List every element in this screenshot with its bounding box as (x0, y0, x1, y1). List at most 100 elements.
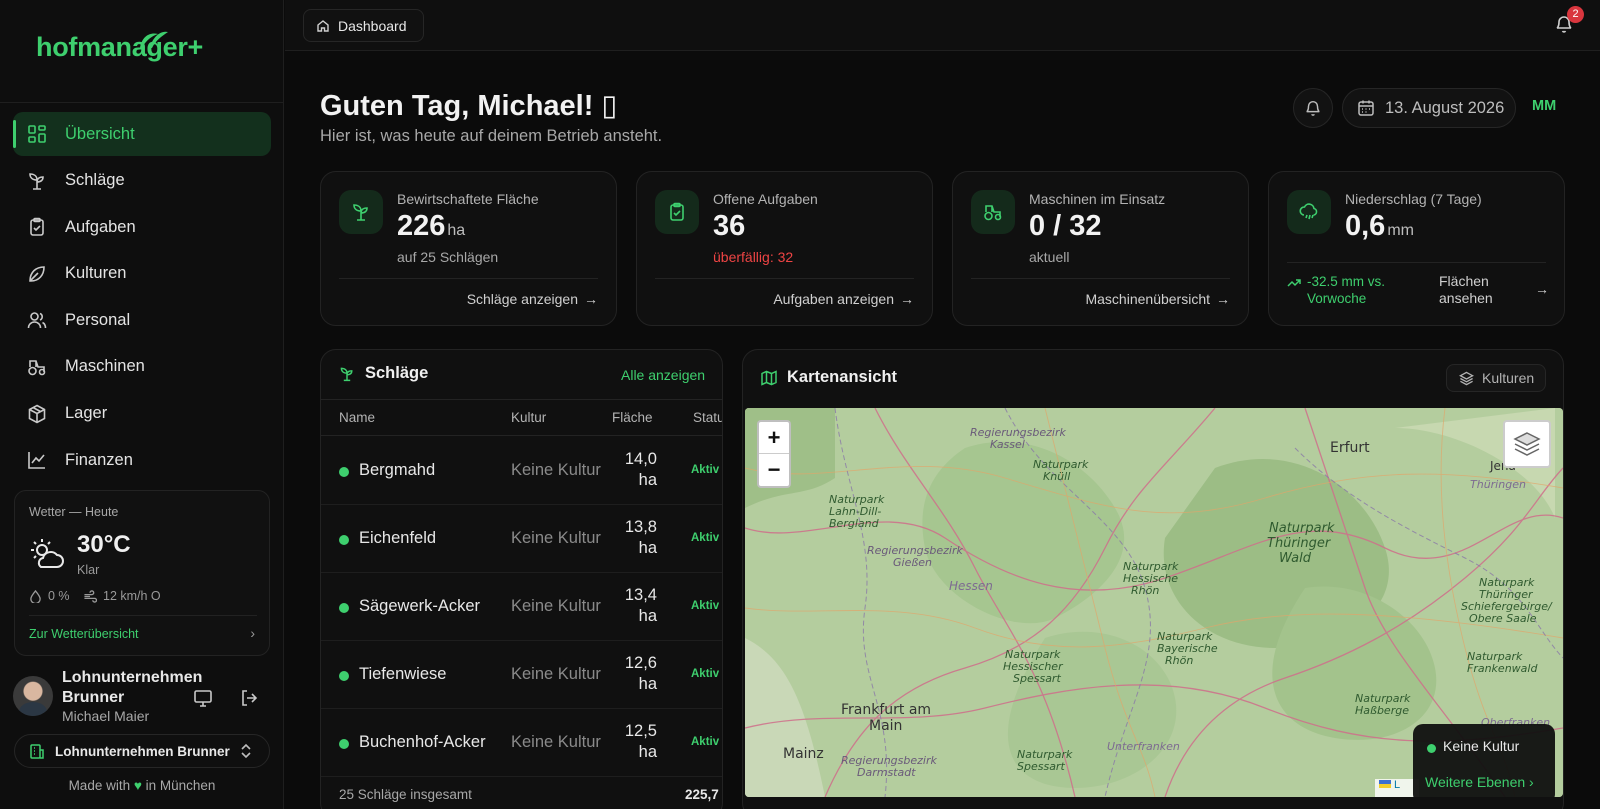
weather-wind: 12 km/h O (83, 589, 161, 603)
stat-note-overdue: überfällig: 32 (713, 249, 794, 265)
organization-name: Lohnunternehmen Brunner (55, 743, 230, 759)
table-row[interactable]: Tiefenwiese Keine Kultur 12,6 ha Aktiv (321, 641, 722, 709)
stat-value: 226 ha (397, 210, 465, 243)
brand-name: hofmanager+ (36, 32, 203, 62)
nav-item-aufgaben[interactable]: Aufgaben (13, 205, 271, 249)
nav-item-kulturen[interactable]: Kulturen (13, 252, 271, 296)
logout-icon[interactable] (239, 688, 259, 708)
table-row[interactable]: Buchenhof-Acker Keine Kultur 12,5 ha Akti… (321, 709, 722, 777)
stat-link[interactable]: Maschinenübersicht → (1085, 291, 1230, 307)
stat-link[interactable]: Schläge anzeigen → (467, 291, 598, 307)
table-row[interactable]: Sägewerk-Acker Keine Kultur 13,4 ha Aktiv (321, 573, 722, 641)
chevron-up-down-icon (241, 743, 251, 759)
leaf-logo-icon (140, 31, 168, 48)
avatar[interactable] (13, 676, 53, 716)
zoom-control: + − (757, 420, 791, 488)
nav-item-finanzen[interactable]: Finanzen (13, 438, 271, 482)
nav-label: Schläge (65, 171, 125, 190)
status-badge: Aktiv (691, 668, 720, 680)
layers-icon (1513, 432, 1541, 456)
greeting-glyph: ▯ (601, 90, 618, 122)
topbar: Dashboard 2 (285, 0, 1600, 51)
nav-item-maschinen[interactable]: Maschinen (13, 345, 271, 389)
nav-item-personal[interactable]: Personal (13, 298, 271, 342)
user-initials[interactable]: MM (1532, 98, 1556, 114)
footer-suffix: in München (145, 778, 216, 793)
svg-text:Main: Main (869, 718, 902, 734)
map-layer-toggle[interactable]: Kulturen (1446, 364, 1546, 392)
status-badge: Aktiv (691, 736, 720, 748)
weather-wind-value: 12 km/h O (103, 589, 161, 603)
stat-card-tasks: Offene Aufgaben 36 überfällig: 32 Aufgab… (636, 171, 933, 326)
zoom-in-button[interactable]: + (759, 422, 789, 454)
stat-trend: -32.5 mm vs. Vorwoche (1287, 273, 1427, 307)
footer-credit: Made with ♥ in München (0, 778, 284, 793)
weather-overview-link[interactable]: Zur Wetterübersicht (29, 627, 139, 641)
more-layers-link[interactable]: Weitere Ebenen › (1425, 774, 1534, 790)
greeting-text: Guten Tag, Michael! (320, 90, 602, 122)
nav-item-schlaege[interactable]: Schläge (13, 159, 271, 203)
svg-text:Hessen: Hessen (949, 579, 993, 593)
status-badge: Aktiv (691, 600, 720, 612)
zoom-out-button[interactable]: − (759, 454, 789, 486)
table-row[interactable]: Eichenfeld Keine Kultur 13,8 ha Aktiv (321, 505, 722, 573)
user-organization: Lohnunternehmen Brunner (62, 669, 203, 706)
arrow-right-icon: → (584, 291, 598, 307)
field-area-unit: ha (638, 539, 657, 557)
field-name: Eichenfeld (359, 529, 437, 547)
svg-text:Rhön: Rhön (1165, 654, 1193, 667)
notifications-button[interactable] (1293, 88, 1333, 128)
sidebar: hofmanager+ Übersicht Schläge Aufgaben K… (0, 0, 284, 809)
stat-link-label: Maschinenübersicht (1085, 291, 1210, 307)
weather-widget: Wetter — Heute 30°C Klar 0 % 12 km/h O Z… (14, 490, 270, 656)
field-area: 13,8 ha (609, 517, 657, 559)
home-icon (317, 19, 329, 32)
trend-up-icon (1287, 279, 1301, 287)
stat-value: 36 (713, 210, 745, 243)
flag-icon (1379, 780, 1391, 788)
breadcrumb[interactable]: Dashboard (303, 9, 424, 42)
status-dot (339, 739, 349, 749)
stat-unit: mm (1387, 222, 1414, 239)
svg-text:Kassel: Kassel (990, 438, 1025, 451)
clipboard-check-icon (655, 190, 699, 234)
map-canvas[interactable]: RegierungsbezirkKassel Erfurt Jena Thüri… (745, 408, 1563, 797)
sprout-icon (340, 367, 353, 381)
chevron-right-icon[interactable]: › (250, 625, 255, 641)
map-layers-button[interactable] (1503, 420, 1551, 468)
stat-number: 36 (713, 210, 746, 242)
stat-note: auf 25 Schlägen (397, 249, 499, 265)
table-row[interactable]: Bergmahd Keine Kultur 14,0 ha Aktiv (321, 437, 722, 505)
field-area-value: 12,5 (624, 722, 657, 740)
nav-item-uebersicht[interactable]: Übersicht (13, 112, 271, 156)
droplet-icon (30, 589, 41, 603)
column-name[interactable]: Name (339, 410, 375, 425)
nav-item-lager[interactable]: Lager (13, 392, 271, 436)
column-area[interactable]: Fläche (612, 410, 653, 425)
brand-logo[interactable]: hofmanager+ (36, 31, 203, 63)
stat-card-area: Bewirtschaftete Fläche 226 ha auf 25 Schl… (320, 171, 617, 326)
show-all-link[interactable]: Alle anzeigen (621, 367, 705, 383)
column-kultur[interactable]: Kultur (511, 410, 546, 425)
field-kultur: Keine Kultur (511, 665, 601, 683)
organization-switcher[interactable]: Lohnunternehmen Brunner (14, 734, 270, 768)
wind-icon (84, 589, 97, 603)
stat-link[interactable]: Aufgaben anzeigen → (773, 291, 914, 307)
map-card: Kartenansicht Kulturen Regierungsbezirk … (742, 349, 1564, 809)
date-picker[interactable]: 13. August 2026 (1342, 88, 1516, 128)
stat-number: 0 / 32 (1029, 210, 1102, 242)
cloud-rain-icon (1287, 190, 1331, 234)
weather-rain-value: 0 % (48, 589, 70, 603)
monitor-icon[interactable] (193, 688, 213, 708)
calendar-icon (1358, 100, 1374, 116)
package-icon (27, 404, 47, 424)
stat-divider (655, 278, 914, 279)
stat-note: aktuell (1029, 249, 1070, 265)
stat-link[interactable]: Flächen ansehen → (1439, 273, 1549, 307)
arrow-right-icon: → (1535, 281, 1549, 297)
status-badge: Aktiv (691, 532, 720, 544)
nav-label: Kulturen (65, 264, 127, 283)
date-label: 13. August 2026 (1385, 98, 1505, 117)
svg-text:Wald: Wald (1279, 551, 1312, 566)
column-status[interactable]: Status (693, 410, 722, 425)
